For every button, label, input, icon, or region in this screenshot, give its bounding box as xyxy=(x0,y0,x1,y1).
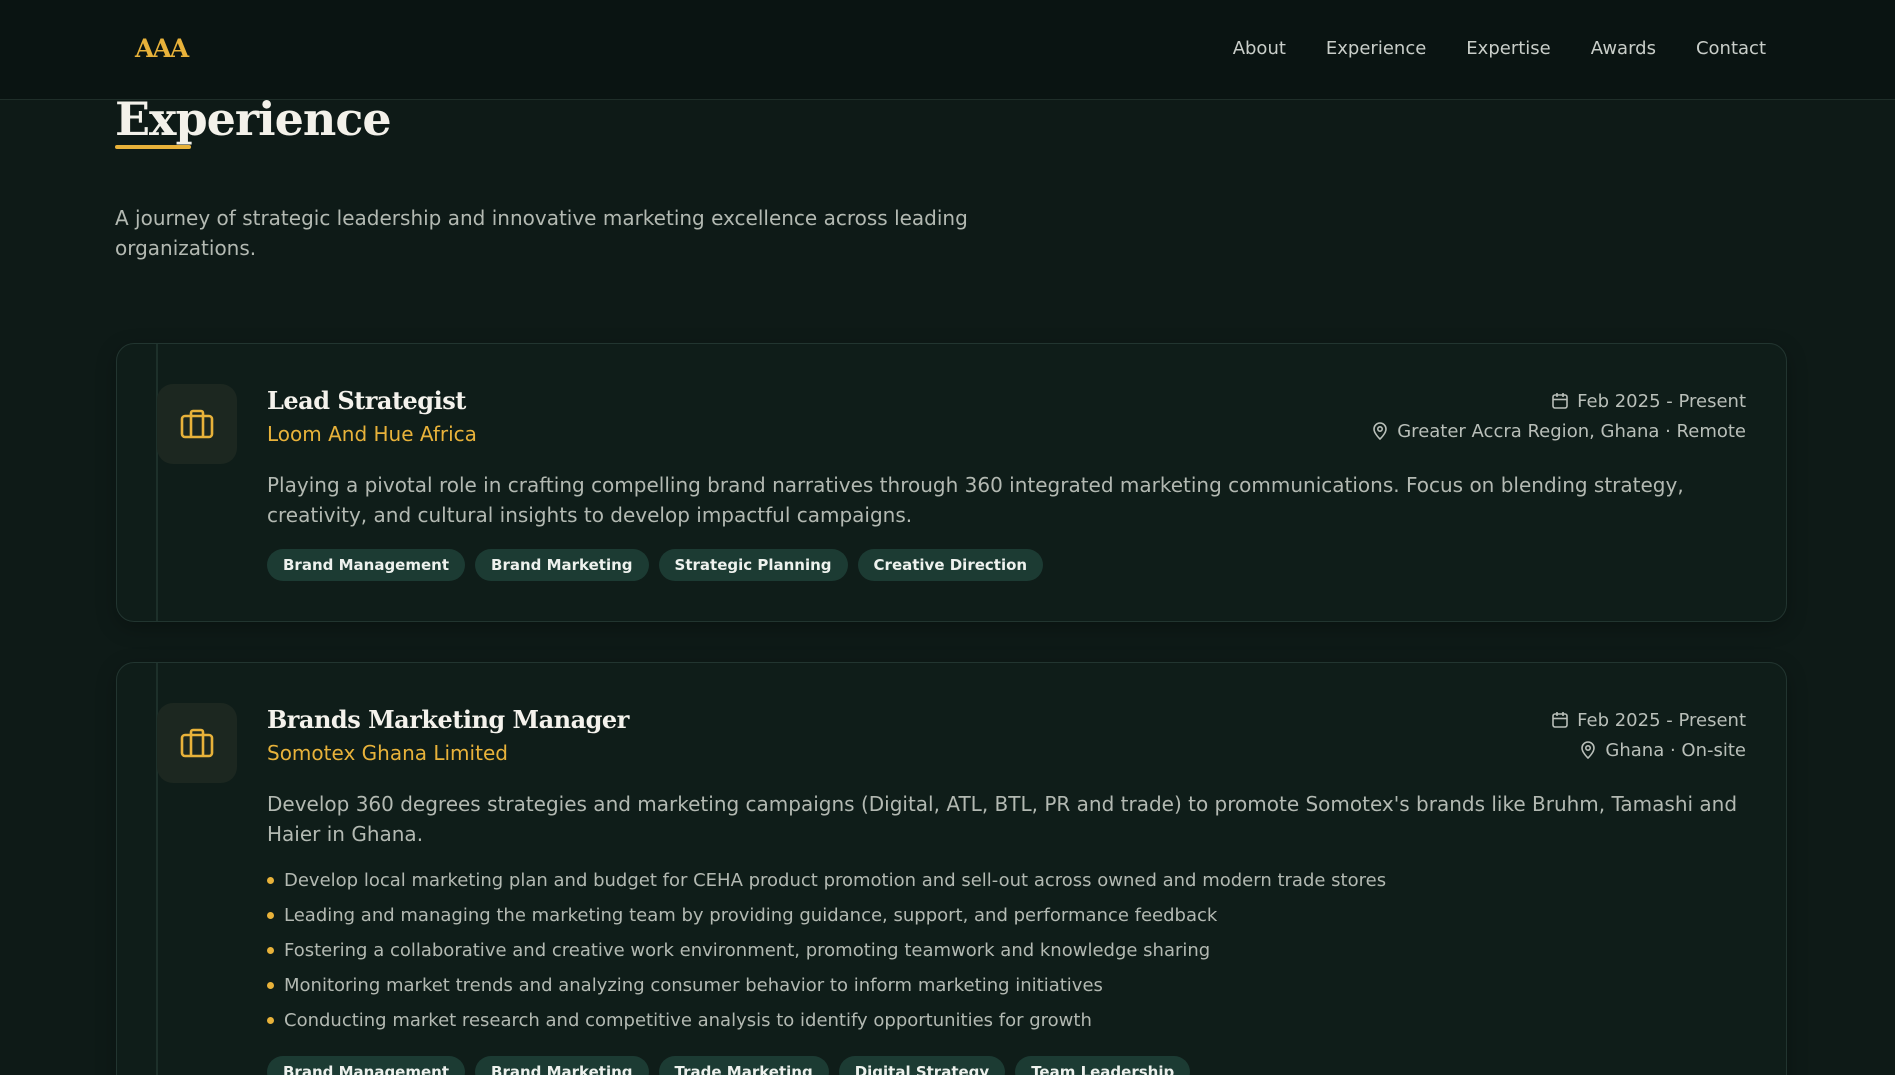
title-underline xyxy=(115,145,191,149)
skill-tag: Creative Direction xyxy=(857,549,1044,581)
bullet-dot-icon xyxy=(267,877,274,884)
list-item: Leading and managing the marketing team … xyxy=(267,898,1747,933)
list-item: Develop local marketing plan and budget … xyxy=(267,863,1747,898)
list-item-text: Leading and managing the marketing team … xyxy=(284,905,1218,926)
list-item-text: Conducting market research and competiti… xyxy=(284,1010,1092,1031)
briefcase-icon xyxy=(157,703,237,783)
bullet-dot-icon xyxy=(267,947,274,954)
page-subtitle: A journey of strategic leadership and in… xyxy=(115,206,968,260)
nav-awards[interactable]: Awards xyxy=(1591,38,1656,59)
location-row: Ghana · On-site xyxy=(1551,735,1746,765)
experience-card: Lead Strategist Loom And Hue Africa Feb … xyxy=(116,343,1787,622)
nav-experience[interactable]: Experience xyxy=(1326,38,1426,59)
job-title: Brands Marketing Manager xyxy=(267,705,629,734)
skill-tag: Trade Marketing xyxy=(658,1056,829,1075)
skill-tag: Brand Management xyxy=(267,549,466,581)
skill-tags: Brand Management Brand Marketing Trade M… xyxy=(267,1056,1191,1075)
map-pin-icon xyxy=(1373,422,1388,440)
job-location: Ghana · On-site xyxy=(1605,739,1746,761)
job-location: Greater Accra Region, Ghana · Remote xyxy=(1397,420,1746,442)
job-description: Playing a pivotal role in crafting compe… xyxy=(267,473,1684,527)
job-description: Develop 360 degrees strategies and marke… xyxy=(267,792,1738,846)
list-item: Conducting market research and competiti… xyxy=(267,1003,1747,1038)
responsibility-list: Develop local marketing plan and budget … xyxy=(267,863,1747,1038)
location-row: Greater Accra Region, Ghana · Remote xyxy=(1371,416,1746,446)
skill-tags: Brand Management Brand Marketing Strateg… xyxy=(267,549,1044,581)
job-dates: Feb 2025 - Present xyxy=(1577,709,1746,731)
bullet-dot-icon xyxy=(267,1017,274,1024)
calendar-icon xyxy=(1552,393,1568,409)
nav-about[interactable]: About xyxy=(1233,38,1286,59)
nav-contact[interactable]: Contact xyxy=(1696,38,1766,59)
bullet-dot-icon xyxy=(267,982,274,989)
date-row: Feb 2025 - Present xyxy=(1371,386,1746,416)
calendar-icon xyxy=(1552,712,1568,728)
list-item-text: Monitoring market trends and analyzing c… xyxy=(284,975,1103,996)
job-meta: Feb 2025 - Present Greater Accra Region,… xyxy=(1371,386,1746,446)
list-item-text: Develop local marketing plan and budget … xyxy=(284,870,1387,891)
skill-tag: Digital Strategy xyxy=(838,1056,1006,1075)
nav-links: About Experience Expertise Awards Contac… xyxy=(1233,38,1766,59)
skill-tag: Brand Marketing xyxy=(475,549,649,581)
list-item-text: Fostering a collaborative and creative w… xyxy=(284,940,1211,961)
experience-card: Brands Marketing Manager Somotex Ghana L… xyxy=(116,662,1787,1075)
list-item: Monitoring market trends and analyzing c… xyxy=(267,968,1747,1003)
skill-tag: Brand Management xyxy=(267,1056,466,1075)
skill-tag: Team Leadership xyxy=(1015,1056,1191,1075)
page-title: Experience xyxy=(115,92,392,146)
skill-tag: Brand Marketing xyxy=(475,1056,649,1075)
company-name: Loom And Hue Africa xyxy=(267,422,477,446)
logo[interactable]: AAA xyxy=(135,34,189,63)
company-name: Somotex Ghana Limited xyxy=(267,741,508,765)
briefcase-icon xyxy=(157,384,237,464)
nav-expertise[interactable]: Expertise xyxy=(1466,38,1550,59)
bullet-dot-icon xyxy=(267,912,274,919)
job-dates: Feb 2025 - Present xyxy=(1577,390,1746,412)
job-meta: Feb 2025 - Present Ghana · On-site xyxy=(1551,705,1746,765)
skill-tag: Strategic Planning xyxy=(658,549,848,581)
timeline-rail xyxy=(156,344,158,621)
date-row: Feb 2025 - Present xyxy=(1551,705,1746,735)
map-pin-icon xyxy=(1581,741,1596,759)
top-nav: AAA About Experience Expertise Awards Co… xyxy=(0,0,1895,100)
list-item: Fostering a collaborative and creative w… xyxy=(267,933,1747,968)
job-title: Lead Strategist xyxy=(267,386,466,415)
